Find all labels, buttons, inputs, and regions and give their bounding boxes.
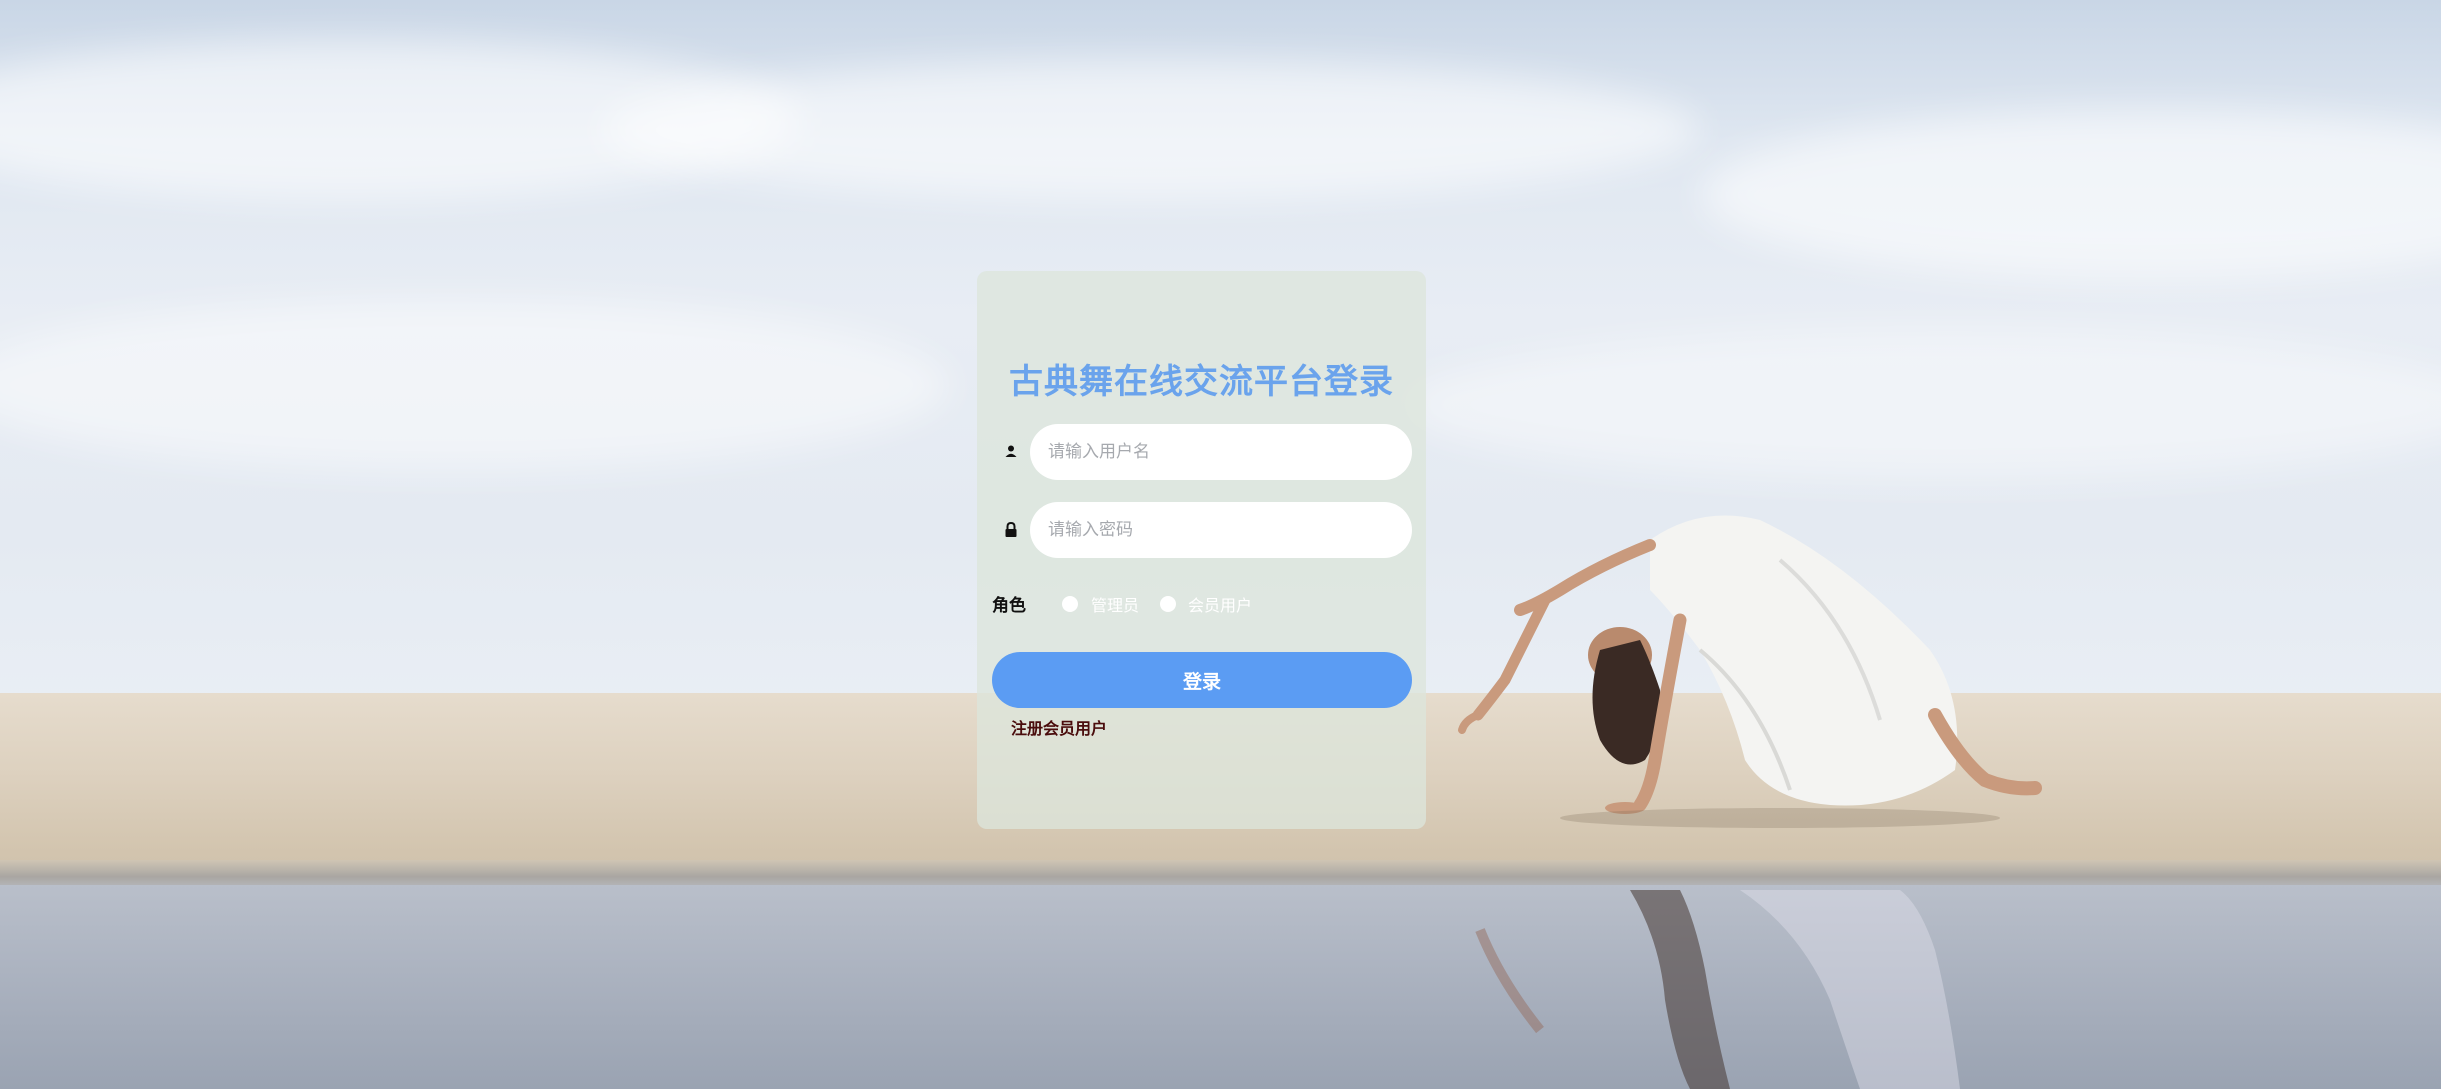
username-input[interactable] <box>1030 424 1412 480</box>
radio-member-label[interactable]: 会员用户 <box>1188 592 1252 616</box>
radio-member[interactable] <box>1160 596 1176 612</box>
username-row <box>992 424 1412 480</box>
radio-admin-label[interactable]: 管理员 <box>1091 592 1139 616</box>
role-selector: 角色 管理员 会员用户 <box>992 589 1412 619</box>
login-title: 古典舞在线交流平台登录 <box>1009 362 1394 402</box>
password-row <box>992 502 1412 558</box>
login-panel: 古典舞在线交流平台登录 角色 管理员 会员用户 登录 注册会员用户 <box>977 271 1426 829</box>
register-member-link[interactable]: 注册会员用户 <box>1011 715 1107 739</box>
user-icon <box>1002 443 1020 461</box>
password-input[interactable] <box>1030 502 1412 558</box>
radio-admin[interactable] <box>1062 596 1078 612</box>
lock-icon <box>1002 521 1020 539</box>
login-button[interactable]: 登录 <box>992 652 1412 708</box>
role-label: 角色 <box>992 596 1026 616</box>
